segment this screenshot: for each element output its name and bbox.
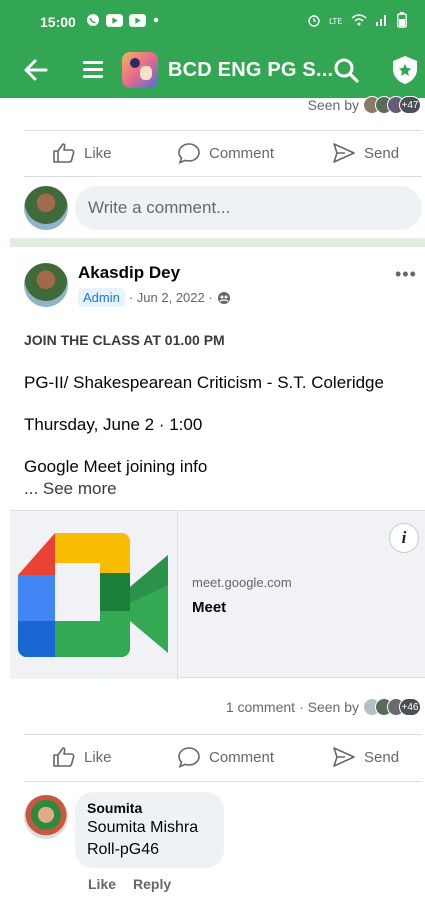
- comment-icon: [178, 143, 200, 164]
- admin-badge: Admin: [78, 288, 125, 307]
- post-text: PG-II/ Shakespearean Criticism - S.T. Co…: [24, 373, 384, 392]
- post-stats: 1 comment · Seen by +46: [226, 698, 421, 716]
- search-icon[interactable]: [333, 57, 359, 83]
- send-label: Send: [364, 748, 400, 766]
- link-title: Meet: [192, 599, 227, 616]
- comment-label: Comment: [209, 748, 275, 766]
- seen-count: +46: [399, 698, 421, 716]
- send-label: Send: [364, 144, 400, 162]
- comment-input[interactable]: [75, 186, 422, 230]
- youtube-icon: [129, 13, 146, 27]
- alarm-icon: [308, 15, 320, 27]
- post-meta: Admin · Jun 2, 2022 ·: [78, 288, 231, 307]
- status-bar: 15:00 LTE: [0, 0, 425, 44]
- comment-icon: [178, 747, 200, 768]
- avatar[interactable]: [24, 795, 68, 839]
- group-avatar[interactable]: [122, 52, 158, 88]
- youtube-icon: [106, 13, 123, 27]
- comment-button[interactable]: Comment: [177, 141, 274, 165]
- divider: [24, 781, 422, 782]
- back-arrow-icon[interactable]: [22, 56, 50, 84]
- avatar[interactable]: [24, 186, 68, 230]
- status-time: 15:00: [40, 14, 76, 30]
- dot-icon: [153, 17, 159, 23]
- post-text: Thursday, June 2 · 1:00: [24, 415, 203, 434]
- post-author-name[interactable]: Akasdip Dey: [78, 263, 180, 283]
- wifi-icon: [351, 14, 367, 26]
- volte-icon: LTE: [329, 17, 342, 26]
- send-button[interactable]: Send: [332, 141, 399, 165]
- svg-text:LTE: LTE: [329, 17, 342, 26]
- comment-like-button[interactable]: Like: [88, 876, 116, 892]
- admin-shield-icon[interactable]: [391, 55, 419, 85]
- signal-icon: [376, 15, 386, 26]
- previous-post-actions: Like Comment Send: [0, 130, 425, 176]
- link-preview-card[interactable]: meet.google.com Meet i: [10, 510, 425, 679]
- link-domain: meet.google.com: [192, 575, 292, 590]
- comment-composer: [0, 184, 425, 232]
- send-icon: [333, 747, 355, 767]
- top-bar: 15:00 LTE BCD ENG PG S...: [0, 0, 425, 98]
- like-button[interactable]: Like: [52, 141, 112, 165]
- status-system-icons: LTE: [307, 12, 407, 28]
- send-button[interactable]: Send: [332, 745, 399, 769]
- like-label: Like: [84, 748, 112, 766]
- avatar[interactable]: [24, 263, 68, 307]
- comment-actions: Like Reply: [88, 876, 171, 892]
- post-actions: Like Comment Send: [0, 734, 425, 780]
- like-button[interactable]: Like: [52, 745, 112, 769]
- battery-icon: [397, 12, 407, 28]
- comment-bubble[interactable]: Soumita Soumita Mishra Roll-pG46: [75, 792, 224, 868]
- post-heading: JOIN THE CLASS AT 01.00 PM: [24, 332, 225, 348]
- group-title[interactable]: BCD ENG PG S...: [168, 59, 333, 82]
- like-label: Like: [84, 144, 112, 162]
- google-meet-logo-icon: [10, 511, 178, 679]
- comment-text: Soumita Mishra: [87, 819, 199, 836]
- app-bar: BCD ENG PG S...: [0, 44, 425, 98]
- status-notification-icons: [86, 13, 160, 27]
- comment-label: Comment: [209, 144, 275, 162]
- more-options-icon[interactable]: •••: [395, 264, 417, 285]
- seen-avatars: +47: [363, 96, 421, 114]
- comment-text: Roll-pG46: [87, 841, 160, 858]
- whatsapp-icon: [87, 14, 99, 26]
- members-privacy-icon: [217, 291, 230, 304]
- thumbs-up-icon: [53, 143, 75, 163]
- send-icon: [333, 143, 355, 163]
- divider: [24, 176, 422, 177]
- comment-author[interactable]: Soumita: [87, 800, 212, 816]
- seen-by-label[interactable]: · Seen by: [299, 699, 359, 715]
- menu-icon[interactable]: [82, 58, 104, 80]
- comment-button[interactable]: Comment: [177, 745, 274, 769]
- seen-avatars[interactable]: +46: [363, 698, 421, 716]
- seen-by-label: Seen by: [307, 97, 359, 113]
- comment-reply-button[interactable]: Reply: [133, 876, 171, 892]
- post-date[interactable]: · Jun 2, 2022 ·: [129, 290, 213, 305]
- see-more-link[interactable]: ... See more: [24, 479, 117, 499]
- info-icon[interactable]: i: [389, 523, 419, 553]
- thumbs-up-icon: [53, 747, 75, 767]
- comments-count[interactable]: 1 comment: [226, 699, 295, 715]
- seen-count: +47: [399, 96, 421, 114]
- post-separator: [10, 238, 425, 247]
- post-text: Google Meet joining info: [24, 457, 208, 476]
- previous-post-seen-by[interactable]: Seen by +47: [308, 96, 421, 114]
